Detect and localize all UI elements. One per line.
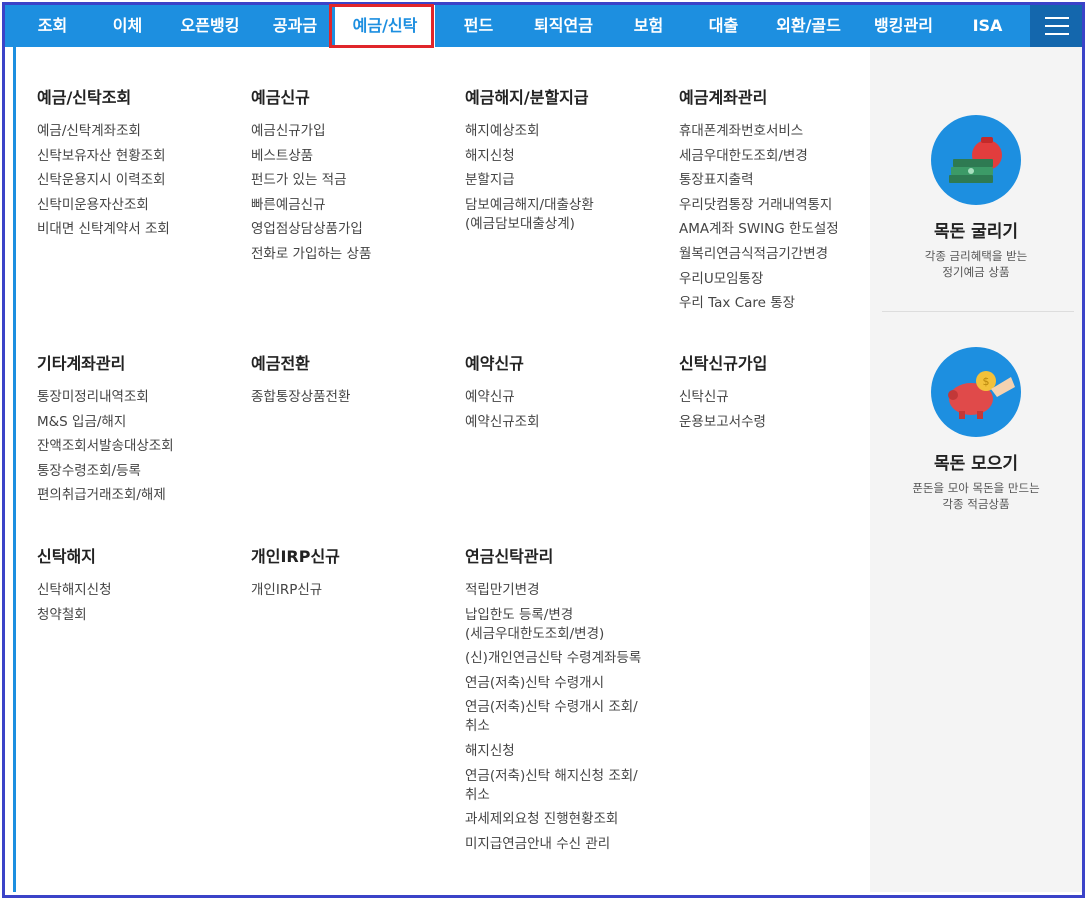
nav-item-forex-gold[interactable]: 외환/골드	[761, 5, 856, 47]
menu-link[interactable]: 예약신규	[465, 388, 540, 407]
menu-link[interactable]: 비대면 신탁계약서 조회	[37, 220, 170, 239]
section-trust-termination: 신탁해지 신탁해지신청 청약철회	[37, 543, 112, 630]
nav-item-banking-management[interactable]: 뱅킹관리	[856, 5, 951, 47]
promo-title[interactable]: 목돈 굴리기	[870, 217, 1082, 242]
nav-item-utility-bills[interactable]: 공과금	[255, 5, 335, 47]
menu-link[interactable]: 과세제외요청 진행현황조회	[465, 810, 643, 829]
promo-desc-line: 푼돈을 모아 목돈을 만드는	[912, 481, 1040, 495]
menu-link[interactable]: 신탁보유자산 현황조회	[37, 147, 170, 166]
menu-link[interactable]: 해지신청	[465, 147, 594, 166]
section-title: 연금신탁관리	[465, 547, 554, 566]
promo-desc-line: 정기예금 상품	[942, 265, 1010, 279]
menu-link[interactable]: 연금(저축)신탁 해지신청 조회/취소	[465, 767, 643, 805]
section-title: 예금/신탁조회	[37, 88, 132, 107]
promo-title[interactable]: 목돈 모으기	[870, 449, 1082, 474]
section-trust-new-subscription: 신탁신규가입 신탁신규 운용보고서수령	[679, 350, 767, 437]
menu-link[interactable]: 통장미정리내역조회	[37, 388, 174, 407]
menu-link[interactable]: 예금신규가입	[251, 122, 371, 141]
menu-link[interactable]: 개인IRP신규	[251, 581, 340, 600]
menu-link[interactable]: 통장수령조회/등록	[37, 462, 174, 481]
promo-description: 각종 금리혜택을 받는 정기예금 상품	[870, 248, 1082, 280]
menu-link[interactable]: 해지예상조회	[465, 122, 594, 141]
menu-link[interactable]: 연금(저축)신탁 수령개시 조회/취소	[465, 698, 643, 736]
promo-desc-line: 각종 금리혜택을 받는	[924, 249, 1028, 263]
nav-item-deposit-trust[interactable]: 예금/신탁	[335, 5, 435, 47]
menu-link[interactable]: 월복리연금식적금기간변경	[679, 245, 839, 264]
section-other-account-management: 기타계좌관리 통장미정리내역조회 M&S 입금/해지 잔액조회서발송대상조회 통…	[37, 350, 174, 511]
menu-link[interactable]: 통장표지출력	[679, 171, 839, 190]
nav-item-inquiry[interactable]: 조회	[15, 5, 90, 47]
menu-link[interactable]: 편의취급거래조회/해제	[37, 486, 174, 505]
promo-divider	[882, 311, 1074, 312]
menu-link-continued[interactable]: (세금우대한도조회/변경)	[465, 625, 643, 644]
section-title: 신탁해지	[37, 547, 96, 566]
piggy-bank-icon: $	[931, 347, 1021, 437]
nav-item-loan[interactable]: 대출	[686, 5, 761, 47]
promo-desc-line: 각종 적금상품	[942, 497, 1010, 511]
menu-link[interactable]: 청약철회	[37, 606, 112, 625]
section-title: 개인IRP신규	[251, 547, 340, 566]
menu-link[interactable]: 신탁미운용자산조회	[37, 196, 170, 215]
hamburger-icon[interactable]	[1030, 5, 1082, 47]
section-title: 예금해지/분할지급	[465, 88, 589, 107]
menu-link-continued[interactable]: (예금담보대출상계)	[465, 215, 594, 234]
menu-link[interactable]: 우리U모임통장	[679, 270, 839, 289]
menu-link[interactable]: 펀드가 있는 적금	[251, 171, 371, 190]
section-title: 예약신규	[465, 354, 524, 373]
nav-item-isa[interactable]: ISA	[955, 5, 1020, 47]
promo-lump-sum-save[interactable]: $ 목돈 모으기 푼돈을 모아 목돈을 만드는 각종 적금상품	[870, 347, 1082, 512]
nav-item-insurance[interactable]: 보험	[611, 5, 686, 47]
menu-link[interactable]: 해지신청	[465, 742, 643, 761]
section-reserved-new: 예약신규 예약신규 예약신규조회	[465, 350, 540, 437]
menu-link[interactable]: 전화로 가입하는 상품	[251, 245, 371, 264]
section-title: 예금신규	[251, 88, 310, 107]
section-title: 예금전환	[251, 354, 310, 373]
menu-link[interactable]: 미지급연금안내 수신 관리	[465, 835, 643, 854]
money-bag-icon	[931, 115, 1021, 205]
menu-link[interactable]: AMA계좌 SWING 한도설정	[679, 220, 839, 239]
menu-link[interactable]: 빠른예금신규	[251, 196, 371, 215]
menu-link[interactable]: 잔액조회서발송대상조회	[37, 437, 174, 456]
menu-link[interactable]: 종합통장상품전환	[251, 388, 350, 407]
menu-link[interactable]: 담보예금해지/대출상환	[465, 196, 594, 215]
section-new-deposit: 예금신규 예금신규가입 베스트상품 펀드가 있는 적금 빠른예금신규 영업점상담…	[251, 84, 371, 270]
section-title: 기타계좌관리	[37, 354, 126, 373]
menu-link[interactable]: 예약신규조회	[465, 413, 540, 432]
nav-item-fund[interactable]: 펀드	[441, 5, 516, 47]
menu-link[interactable]: 예금/신탁계좌조회	[37, 122, 170, 141]
menu-link[interactable]: M&S 입금/해지	[37, 413, 174, 432]
top-navigation: 조회 이체 오픈뱅킹 공과금 예금/신탁 펀드 퇴직연금 보험 대출 외환/골드…	[5, 5, 1082, 47]
menu-link[interactable]: 우리닷컴통장 거래내역통지	[679, 196, 839, 215]
promo-lump-sum-invest[interactable]: 목돈 굴리기 각종 금리혜택을 받는 정기예금 상품	[870, 115, 1082, 280]
menu-link[interactable]: (신)개인연금신탁 수령계좌등록	[465, 649, 643, 668]
section-deposit-conversion: 예금전환 종합통장상품전환	[251, 350, 350, 413]
section-pension-trust-management: 연금신탁관리 적립만기변경 납입한도 등록/변경 (세금우대한도조회/변경) (…	[465, 543, 643, 859]
menu-link[interactable]: 적립만기변경	[465, 581, 643, 600]
menu-link[interactable]: 휴대폰계좌번호서비스	[679, 122, 839, 141]
svg-text:$: $	[983, 375, 990, 388]
menu-link[interactable]: 연금(저축)신탁 수령개시	[465, 674, 643, 693]
section-personal-irp-new: 개인IRP신규 개인IRP신규	[251, 543, 340, 606]
section-title: 신탁신규가입	[679, 354, 768, 373]
promo-description: 푼돈을 모아 목돈을 만드는 각종 적금상품	[870, 480, 1082, 512]
menu-link[interactable]: 신탁해지신청	[37, 581, 112, 600]
section-deposit-account-management: 예금계좌관리 휴대폰계좌번호서비스 세금우대한도조회/변경 통장표지출력 우리닷…	[679, 84, 839, 319]
menu-link[interactable]: 신탁신규	[679, 388, 767, 407]
menu-link[interactable]: 세금우대한도조회/변경	[679, 147, 839, 166]
section-deposit-trust-inquiry: 예금/신탁조회 예금/신탁계좌조회 신탁보유자산 현황조회 신탁운용지시 이력조…	[37, 84, 170, 245]
section-deposit-termination: 예금해지/분할지급 해지예상조회 해지신청 분할지급 담보예금해지/대출상환 (…	[465, 84, 594, 239]
menu-link[interactable]: 분할지급	[465, 171, 594, 190]
menu-link[interactable]: 신탁운용지시 이력조회	[37, 171, 170, 190]
menu-link[interactable]: 베스트상품	[251, 147, 371, 166]
menu-link[interactable]: 납입한도 등록/변경	[465, 606, 643, 625]
menu-link[interactable]: 우리 Tax Care 통장	[679, 294, 839, 313]
left-accent-bar	[13, 47, 16, 892]
menu-link[interactable]: 영업점상담상품가입	[251, 220, 371, 239]
menu-link[interactable]: 운용보고서수령	[679, 413, 767, 432]
nav-item-retirement-pension[interactable]: 퇴직연금	[516, 5, 611, 47]
nav-item-open-banking[interactable]: 오픈뱅킹	[165, 5, 255, 47]
nav-item-transfer[interactable]: 이체	[90, 5, 165, 47]
section-title: 예금계좌관리	[679, 88, 768, 107]
